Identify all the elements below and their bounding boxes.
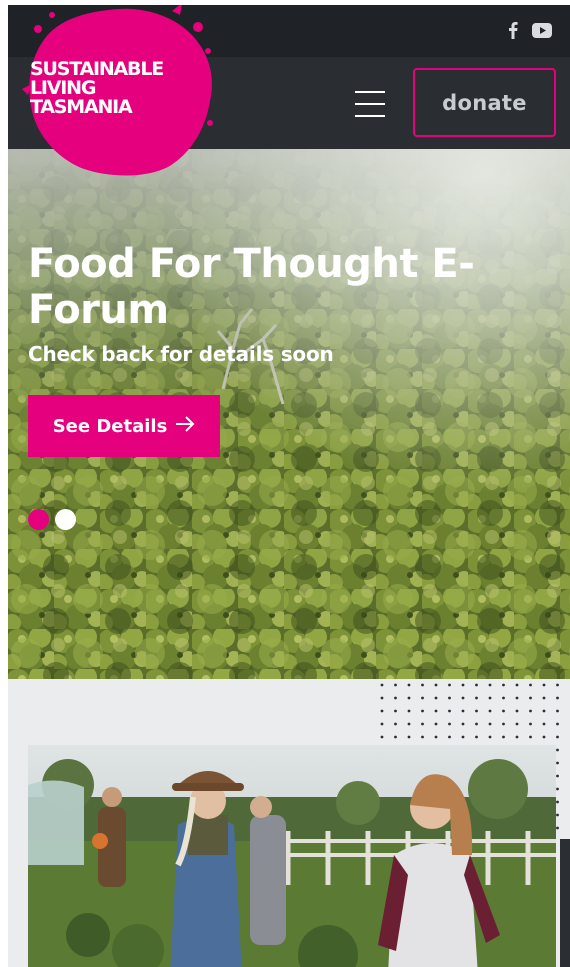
side-scroll-tab[interactable] bbox=[560, 839, 570, 967]
see-details-label: See Details bbox=[52, 415, 168, 437]
slider-pagination bbox=[28, 509, 76, 530]
hero-subtitle: Check back for details soon bbox=[28, 342, 334, 366]
content-section bbox=[8, 679, 570, 967]
social-links bbox=[508, 21, 552, 43]
hero-slider: Food For Thought E-Forum Check back for … bbox=[8, 149, 570, 679]
facebook-icon[interactable] bbox=[508, 21, 518, 43]
hamburger-menu-icon[interactable] bbox=[355, 91, 385, 117]
slide-dot-1[interactable] bbox=[28, 509, 49, 530]
arrow-right-icon bbox=[175, 415, 195, 437]
page-frame: SUSTAINABLE LIVING TASMANIA donate Food … bbox=[8, 5, 570, 967]
youtube-icon[interactable] bbox=[532, 22, 552, 42]
logo-line-3: TASMANIA bbox=[30, 96, 133, 118]
slide-dot-2[interactable] bbox=[55, 509, 76, 530]
garden-photo bbox=[28, 745, 556, 967]
see-details-button[interactable]: See Details bbox=[28, 395, 220, 457]
site-logo[interactable]: SUSTAINABLE LIVING TASMANIA bbox=[22, 5, 214, 177]
hero-title: Food For Thought E-Forum bbox=[28, 241, 475, 333]
donate-button[interactable]: donate bbox=[413, 68, 556, 137]
logo-wordmark: SUSTAINABLE LIVING TASMANIA bbox=[30, 60, 164, 118]
